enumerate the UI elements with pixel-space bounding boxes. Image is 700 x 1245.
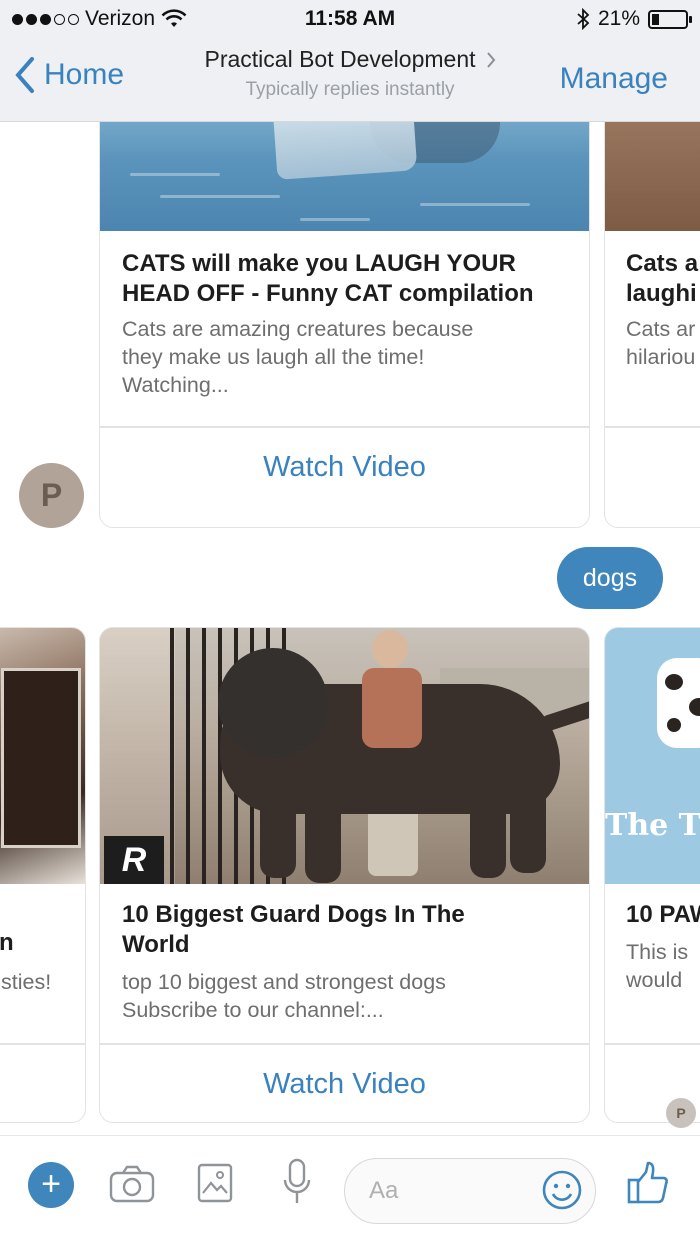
status-bar: Verizon 11:58 AM 21% [0, 0, 700, 40]
status-right: 21% [576, 7, 692, 31]
dog-video-card-next[interactable]: The T 10 PAW This is would [604, 627, 700, 1123]
card-description-line: Cats are amazing creatures because [122, 317, 474, 341]
card-divider [605, 1043, 700, 1045]
microphone-icon [283, 1158, 311, 1203]
conversation-header[interactable]: Practical Bot Development Typically repl… [150, 46, 550, 101]
card-title-line: HEAD OFF - Funny CAT compilation [122, 280, 534, 307]
card-title-line: laughi [626, 280, 697, 307]
card-description-line: would [626, 968, 683, 992]
voice-button[interactable] [282, 1158, 312, 1211]
battery-icon [648, 9, 692, 29]
card-thumbnail[interactable]: The T [605, 628, 700, 884]
card-divider [0, 1043, 85, 1045]
card-description-line: Subscribe to our channel:... [122, 998, 384, 1022]
plus-icon: + [41, 1165, 61, 1203]
card-title-line: 10 Biggest Guard Dogs In The [122, 901, 465, 928]
gallery-button[interactable] [196, 1162, 234, 1209]
thumbnail-caption: The T [605, 808, 700, 843]
card-title-line: n [0, 929, 14, 956]
page-subtitle: Typically replies instantly [245, 79, 455, 100]
read-receipt-avatar: P [666, 1098, 696, 1128]
user-message-bubble[interactable]: dogs [557, 547, 663, 609]
bot-avatar[interactable]: P [19, 463, 84, 528]
card-title-line: Cats a [626, 250, 699, 277]
composer-bar: + [0, 1135, 700, 1245]
message-input[interactable] [369, 1173, 519, 1209]
thumbs-up-icon [627, 1161, 668, 1204]
cat-video-card[interactable]: CATS will make you LAUGH YOUR HEAD OFF -… [99, 122, 590, 528]
channel-logo: R [104, 836, 164, 884]
message-thread[interactable]: CATS will make you LAUGH YOUR HEAD OFF -… [0, 122, 700, 1135]
card-divider [100, 426, 589, 428]
card-description-line: top 10 biggest and strongest dogs [122, 970, 446, 994]
dog-video-card[interactable]: R 10 Biggest Guard Dogs In The World top… [99, 627, 590, 1123]
watch-video-button[interactable]: Watch Video [100, 451, 589, 484]
card-thumbnail[interactable] [0, 628, 85, 884]
navigation-bar: Home Practical Bot Development Typically… [0, 40, 700, 122]
card-description-line: sties! [1, 970, 52, 994]
card-description-line: hilariou [626, 345, 696, 369]
dog-video-card-prev[interactable]: n sties! [0, 627, 86, 1123]
image-icon [197, 1163, 233, 1203]
card-title-line: World [122, 931, 190, 958]
card-thumbnail[interactable] [100, 122, 589, 231]
back-label: Home [44, 58, 125, 91]
card-divider [605, 426, 700, 428]
card-divider [100, 1043, 589, 1045]
card-thumbnail[interactable]: R [100, 628, 589, 884]
chevron-left-icon [15, 57, 34, 93]
card-description-line: Cats ar [626, 317, 696, 341]
manage-button[interactable]: Manage [560, 62, 668, 96]
card-description-line: This is [626, 940, 689, 964]
bluetooth-icon [577, 8, 590, 30]
back-button[interactable]: Home [14, 56, 124, 94]
page-title: Practical Bot Development [204, 46, 476, 72]
card-thumbnail[interactable] [605, 122, 700, 231]
chevron-right-icon [486, 51, 495, 68]
camera-icon [109, 1165, 155, 1203]
watch-video-button[interactable]: Watch Video [100, 1068, 589, 1101]
camera-button[interactable] [108, 1164, 156, 1209]
card-title-line: 10 PAW [626, 901, 700, 928]
smile-icon [542, 1170, 582, 1210]
card-title-line: CATS will make you LAUGH YOUR [122, 250, 516, 277]
plus-button[interactable]: + [28, 1162, 74, 1208]
message-input-box[interactable] [344, 1158, 596, 1224]
battery-percent: 21% [597, 7, 640, 30]
card-description-line: Watching... [122, 373, 229, 397]
emoji-button[interactable] [541, 1169, 583, 1216]
cat-video-card-next[interactable]: Cats a laughi Cats ar hilariou [604, 122, 700, 528]
like-button[interactable] [626, 1160, 670, 1211]
card-description-line: they make us laugh all the time! [122, 345, 425, 369]
